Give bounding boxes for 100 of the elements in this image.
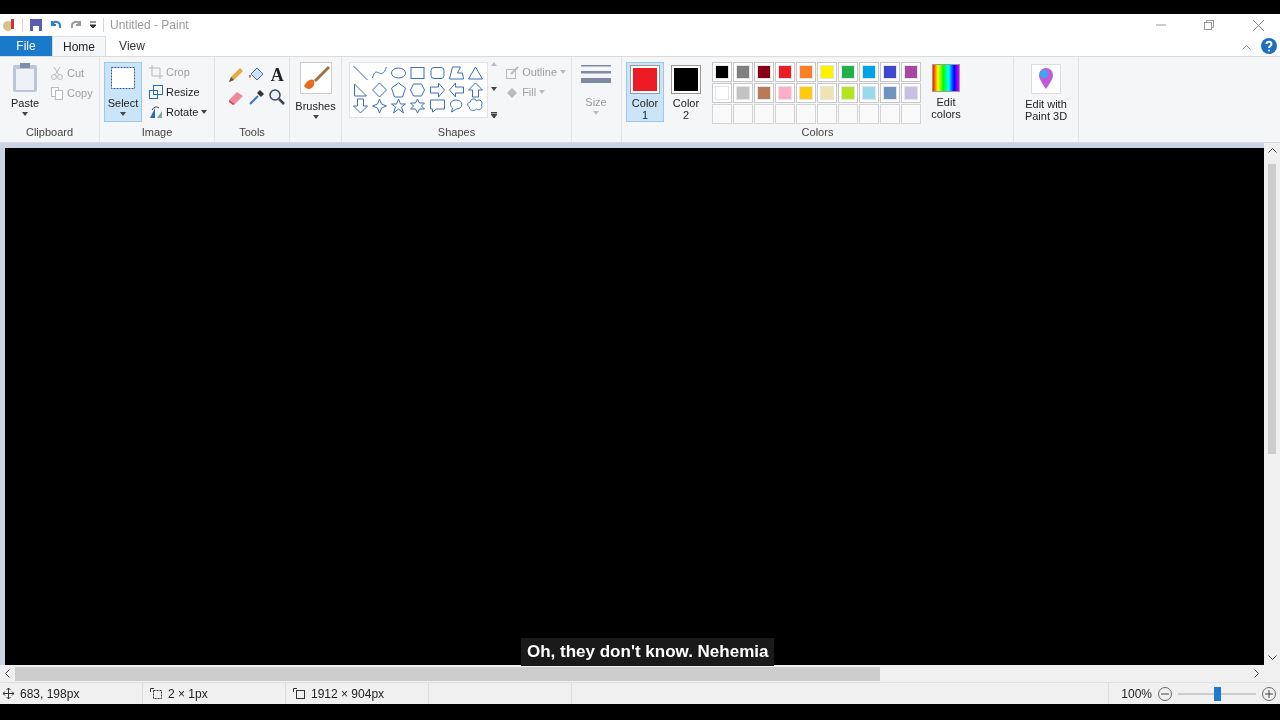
scroll-up-icon[interactable] bbox=[1267, 147, 1277, 153]
cursor-position: 683, 198px bbox=[20, 685, 80, 703]
select-button[interactable]: Select bbox=[104, 62, 142, 122]
edit-with-paint-3d-button[interactable]: Edit with Paint 3D bbox=[1018, 62, 1074, 122]
ribbon-tab[interactable]: Home bbox=[52, 36, 106, 56]
palette-color[interactable] bbox=[778, 65, 792, 79]
shape-icon[interactable] bbox=[428, 98, 446, 115]
rotate-button[interactable]: Rotate bbox=[148, 102, 209, 122]
palette-color[interactable] bbox=[757, 86, 771, 100]
shape-icon[interactable] bbox=[371, 98, 389, 115]
group-label: Clipboard bbox=[25, 124, 74, 140]
move-cursor-icon bbox=[3, 688, 14, 699]
shape-icon[interactable] bbox=[428, 65, 446, 81]
caret-icon bbox=[593, 110, 599, 115]
palette-color[interactable] bbox=[904, 86, 918, 100]
color-spectrum-icon bbox=[932, 64, 960, 92]
shape-icon[interactable] bbox=[466, 81, 484, 98]
zoom-percentage: 100% bbox=[1120, 685, 1152, 703]
shape-icon[interactable] bbox=[390, 98, 408, 115]
paint-app-icon[interactable] bbox=[2, 18, 16, 32]
palette-color[interactable] bbox=[820, 86, 834, 100]
fill-icon bbox=[505, 85, 520, 99]
subtitle-caption: Oh, they don't know. Nehemia bbox=[521, 638, 775, 666]
ribbon-tab[interactable]: View bbox=[106, 36, 158, 56]
scroll-left-icon[interactable] bbox=[4, 669, 10, 678]
horizontal-scrollbar[interactable] bbox=[0, 665, 1280, 682]
palette-color[interactable] bbox=[904, 65, 918, 79]
customize-caret-icon[interactable] bbox=[89, 21, 97, 29]
crop-icon bbox=[149, 65, 163, 79]
shape-icon[interactable] bbox=[447, 98, 465, 115]
shape-icon[interactable] bbox=[466, 65, 484, 81]
group-label: Shapes bbox=[437, 124, 476, 140]
dashed-rectangle-icon bbox=[109, 65, 137, 91]
shape-icon[interactable] bbox=[371, 81, 389, 98]
more-shapes-icon[interactable] bbox=[491, 112, 498, 118]
shapes-gallery[interactable] bbox=[349, 62, 489, 118]
palette-color[interactable] bbox=[736, 86, 750, 100]
shape-icon[interactable] bbox=[447, 65, 465, 81]
resize-button[interactable]: Resize bbox=[148, 82, 209, 102]
shape-icon[interactable] bbox=[447, 81, 465, 98]
shape-icon[interactable] bbox=[352, 65, 369, 81]
palette-color[interactable] bbox=[841, 86, 855, 100]
scroll-right-icon[interactable] bbox=[1254, 669, 1260, 678]
group-label: Image bbox=[141, 124, 173, 140]
save-icon[interactable] bbox=[29, 18, 43, 32]
vertical-scrollbar[interactable] bbox=[1264, 143, 1280, 665]
color-selector[interactable]: Color 2 bbox=[667, 62, 705, 122]
selection-size: 2 × 1px bbox=[168, 685, 208, 703]
group-label: Colors bbox=[801, 125, 834, 140]
caret-icon bbox=[22, 111, 28, 116]
brushes-button[interactable]: Brushes bbox=[294, 62, 337, 119]
scrollbar-thumb[interactable] bbox=[1268, 164, 1276, 454]
shape-icon[interactable] bbox=[352, 98, 369, 115]
group-label: Tools bbox=[239, 124, 265, 140]
image-size: 1912 × 904px bbox=[311, 685, 385, 703]
palette-color[interactable] bbox=[799, 65, 813, 79]
plus-icon bbox=[1265, 689, 1273, 698]
zoom-slider[interactable] bbox=[1178, 686, 1256, 701]
palette-color[interactable] bbox=[820, 65, 834, 79]
color-selector[interactable]: Color 1 bbox=[626, 62, 664, 122]
shape-icon[interactable] bbox=[390, 81, 408, 98]
image-size-icon bbox=[293, 688, 305, 699]
palette-color[interactable] bbox=[862, 86, 876, 100]
shape-icon[interactable] bbox=[409, 65, 427, 81]
palette-color[interactable] bbox=[715, 86, 729, 100]
paste-button[interactable]: Paste bbox=[4, 62, 46, 116]
scroll-down-icon[interactable] bbox=[491, 87, 498, 91]
restore-icon bbox=[1204, 20, 1214, 30]
rotate-icon bbox=[149, 105, 163, 119]
shape-icon[interactable] bbox=[390, 65, 408, 81]
collapse-ribbon-icon[interactable] bbox=[1242, 44, 1251, 50]
scrollbar-thumb[interactable] bbox=[15, 666, 880, 681]
shape-icon[interactable] bbox=[428, 81, 446, 98]
caret-icon bbox=[312, 114, 319, 119]
paint-drop-icon bbox=[1031, 64, 1061, 94]
shape-icon[interactable] bbox=[352, 81, 369, 98]
palette-color[interactable] bbox=[757, 65, 771, 79]
palette-color[interactable] bbox=[883, 65, 897, 79]
magnifier-icon[interactable] bbox=[268, 88, 287, 106]
palette-color[interactable] bbox=[799, 86, 813, 100]
edit-colors-button[interactable]: Edit colors bbox=[926, 62, 966, 120]
palette-color[interactable] bbox=[778, 86, 792, 100]
selection-size-icon bbox=[150, 688, 162, 699]
shape-icon[interactable] bbox=[409, 98, 427, 115]
zoom-slider-thumb[interactable] bbox=[1213, 686, 1221, 701]
help-icon[interactable] bbox=[1261, 38, 1277, 54]
shape-icon[interactable] bbox=[371, 65, 389, 81]
scroll-down-icon[interactable] bbox=[1267, 655, 1277, 661]
file-menu-tab[interactable]: File bbox=[0, 36, 52, 56]
palette-color[interactable] bbox=[736, 65, 750, 79]
minus-icon bbox=[1161, 692, 1169, 695]
palette-color[interactable] bbox=[841, 65, 855, 79]
color-picker-icon[interactable] bbox=[247, 88, 266, 106]
palette-color[interactable] bbox=[883, 86, 897, 100]
text-tool[interactable]: A bbox=[268, 66, 287, 84]
window-title: Untitled - Paint bbox=[110, 17, 189, 34]
copy-icon bbox=[50, 86, 64, 100]
palette-color[interactable] bbox=[715, 65, 729, 79]
shape-icon[interactable] bbox=[409, 81, 427, 98]
palette-color[interactable] bbox=[862, 65, 876, 79]
